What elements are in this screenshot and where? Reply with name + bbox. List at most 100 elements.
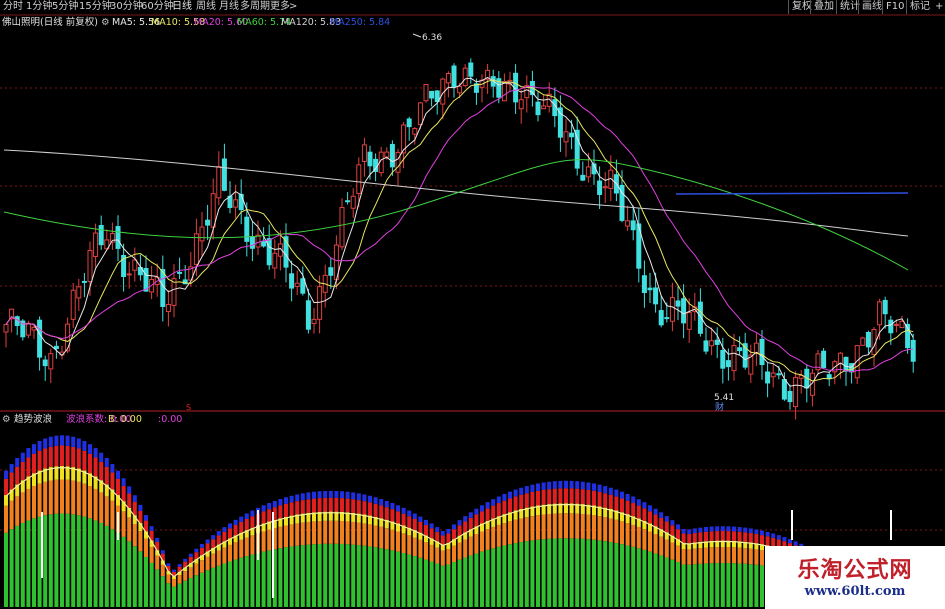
wave-bar-seg <box>457 525 462 536</box>
candle-body <box>899 320 905 329</box>
wave-bar-seg <box>480 511 484 524</box>
wave-bar-seg <box>496 546 501 607</box>
wave-bar-seg <box>502 523 507 546</box>
wave-bar-seg <box>424 559 428 607</box>
candle-body <box>48 353 54 370</box>
wave-bar-seg <box>681 549 686 565</box>
wave-bar-seg <box>653 514 658 527</box>
wave-bar-seg <box>26 448 31 458</box>
wave-bar-seg <box>244 537 249 557</box>
wave-bar-seg <box>166 563 171 566</box>
wave-bar-seg <box>334 543 339 607</box>
watermark-name: 乐淘公式网 <box>797 558 913 583</box>
wave-bar-seg <box>323 543 328 607</box>
wave-bar-seg <box>485 549 490 607</box>
wave-bar-seg <box>306 492 311 500</box>
wave-bar-seg <box>261 511 266 524</box>
candle-body <box>501 81 507 102</box>
wave-bar-seg <box>26 457 31 477</box>
wave-bar-seg <box>4 532 8 607</box>
wave-bar-seg <box>9 472 14 490</box>
wave-bar-seg <box>720 526 725 531</box>
wave-bar-seg <box>76 515 81 607</box>
wave-bar-seg <box>93 520 98 607</box>
candle-body <box>244 216 250 242</box>
wave-bar-seg <box>32 453 36 474</box>
wave-bar-seg <box>558 538 563 607</box>
wave-bar-seg <box>614 496 619 511</box>
wave-bar-seg <box>491 499 496 506</box>
low-price-marker: 5.41 <box>714 393 734 403</box>
wave-bar-seg <box>233 559 238 607</box>
candle-body <box>255 234 261 248</box>
wave-bar-seg <box>239 521 244 533</box>
wave-bar-seg <box>653 553 658 607</box>
wave-bar-seg <box>267 550 272 607</box>
wave-bar-seg <box>194 575 199 607</box>
wave-bar-seg <box>216 565 221 607</box>
wave-bar-seg <box>396 511 400 524</box>
wave-bar-seg <box>765 536 770 546</box>
wave-bar-seg <box>272 500 277 508</box>
wave-bar-seg <box>552 513 557 539</box>
wave-bar-seg <box>384 500 389 508</box>
candle-body <box>249 236 255 249</box>
wave-bar-seg <box>323 490 328 498</box>
wave-bar-seg <box>524 486 529 494</box>
wave-bar-seg <box>407 516 412 528</box>
kline-chart-area[interactable]: 6.36 5.41财 S <box>0 0 945 609</box>
wave-bar-seg <box>244 556 249 607</box>
wave-bar-seg <box>631 546 636 607</box>
wave-bar-seg <box>177 583 182 607</box>
wave-bar-seg <box>48 446 53 468</box>
wave-bar-seg <box>48 480 53 515</box>
candle-body <box>81 280 87 283</box>
wave-bar-seg <box>782 537 787 542</box>
wave-bar-seg <box>519 518 524 543</box>
wave-bar-seg <box>715 547 720 564</box>
wave-bar-seg <box>239 516 244 522</box>
candle-body <box>98 225 104 246</box>
wave-bar-seg <box>625 545 630 607</box>
wave-bar-seg <box>144 538 148 557</box>
wave-bar-seg <box>412 519 417 531</box>
wave-bar-seg <box>172 586 176 607</box>
wave-bar-seg <box>558 480 563 489</box>
candle-body <box>641 275 647 294</box>
wave-bar-seg <box>205 570 210 607</box>
wave-bar-seg <box>463 557 468 607</box>
wave-bar-seg <box>368 524 372 547</box>
wave-bar-seg <box>670 520 675 526</box>
candle-body <box>580 174 586 181</box>
wave-bar-seg <box>424 542 428 560</box>
wave-bar-seg <box>468 517 473 530</box>
wave-bar-seg <box>547 489 552 505</box>
wave-bar-seg <box>261 531 266 552</box>
wave-bar-seg <box>452 545 456 563</box>
wave-bar-seg <box>452 524 456 530</box>
candle-body <box>53 345 59 349</box>
wave-bar-seg <box>278 526 283 549</box>
wave-bar-seg <box>54 435 59 446</box>
wave-bar-seg <box>351 499 356 513</box>
wave-bar-seg <box>379 498 384 506</box>
candle-body <box>574 129 580 169</box>
wave-bar-seg <box>648 551 652 607</box>
wave-bar-seg <box>625 500 630 515</box>
wave-bar-seg <box>99 452 104 462</box>
wave-bar-seg <box>676 524 680 530</box>
candle-body <box>25 322 31 336</box>
candle-body <box>753 342 759 354</box>
wave-bar-seg <box>351 544 356 607</box>
candle-body <box>597 180 603 195</box>
event-marker-icon[interactable]: 财 <box>715 401 724 413</box>
wave-bar-seg <box>552 538 557 607</box>
wave-bar-seg <box>429 528 434 539</box>
wave-bar-seg <box>670 542 675 560</box>
wave-bar-seg <box>20 492 25 523</box>
wave-bar-seg <box>149 546 154 563</box>
wave-bar-seg <box>306 499 311 513</box>
wave-bar-seg <box>54 513 59 607</box>
candle-body <box>888 319 894 334</box>
wave-bar-seg <box>418 539 423 558</box>
